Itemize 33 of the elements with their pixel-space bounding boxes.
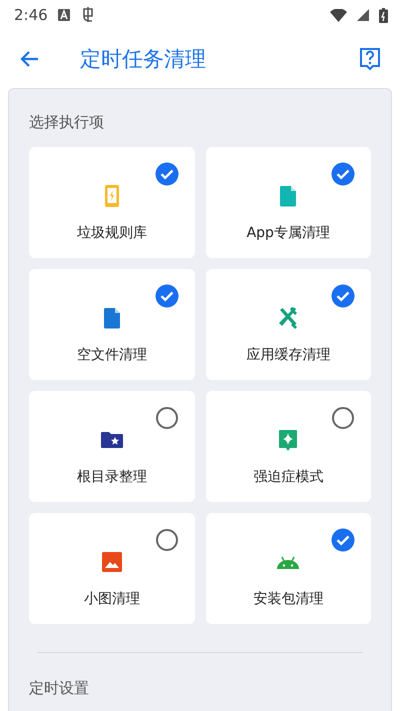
battery-icon [379,8,388,22]
option-label: 垃圾规则库 [76,224,147,242]
option-label: 小图清理 [84,590,140,608]
option-card[interactable]: 垃圾规则库 [29,147,194,258]
status-time: 2:46 [14,6,48,24]
help-icon[interactable] [358,46,382,72]
unchecked-circle[interactable] [154,528,178,552]
option-card[interactable]: 小图清理 [29,513,194,624]
wifi-icon [330,8,347,22]
option-label: 强迫症模式 [253,468,324,486]
option-label: App专属清理 [246,224,330,242]
checked-icon[interactable] [331,528,355,552]
option-card[interactable]: 空文件清理 [29,269,194,380]
option-label: 应用缓存清理 [246,346,330,364]
option-card[interactable]: 强迫症模式 [206,391,371,502]
option-card[interactable]: App专属清理 [206,147,371,258]
option-label: 安装包清理 [253,590,324,608]
unchecked-circle[interactable] [154,406,178,430]
notification-icon [58,9,70,21]
page-title: 定时任务清理 [80,46,207,73]
checked-icon[interactable] [331,162,355,186]
signal-icon [357,9,369,21]
option-card[interactable]: 应用缓存清理 [206,269,371,380]
checked-icon[interactable] [154,162,178,186]
option-card[interactable]: 安装包清理 [206,513,371,624]
checked-icon[interactable] [331,284,355,308]
unchecked-circle[interactable] [331,406,355,430]
checked-icon[interactable] [154,284,178,308]
section-title: 定时设置 [29,678,90,698]
section-title: 选择执行项 [29,112,105,133]
option-label: 空文件清理 [76,346,147,364]
option-card[interactable]: 根目录整理 [29,391,194,502]
option-label: 根目录整理 [76,468,147,486]
